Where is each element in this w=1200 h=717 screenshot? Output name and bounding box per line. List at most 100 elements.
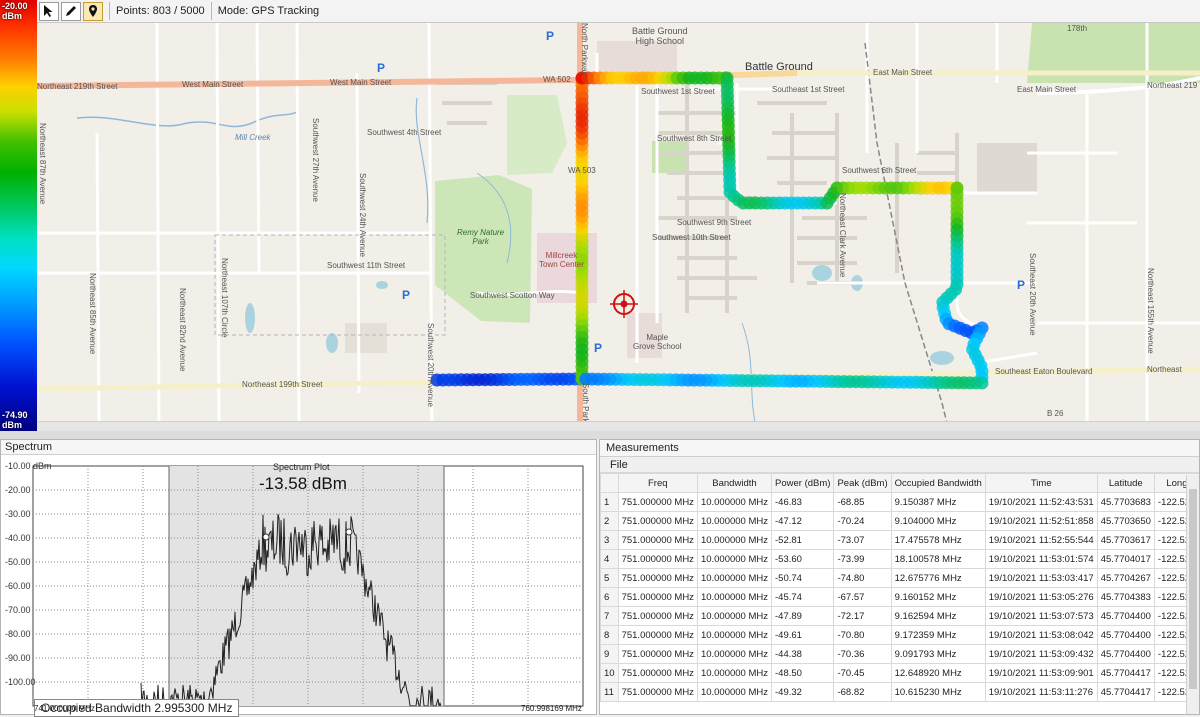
- pond: [376, 281, 388, 289]
- table-cell: 9.091793 MHz: [891, 645, 985, 664]
- row-index: 1: [601, 493, 619, 512]
- street-label: Southwest 10th Street: [652, 233, 731, 242]
- street-label: Southwest 9th Street: [677, 218, 751, 227]
- table-row[interactable]: 1751.000000 MHz10.000000 MHz-46.83-68.85…: [601, 493, 1200, 512]
- table-row[interactable]: 11751.000000 MHz10.000000 MHz-49.32-68.8…: [601, 683, 1200, 702]
- y-axis-tick-label: -90.00: [5, 653, 31, 663]
- street-label: Southwest 8th Street: [657, 134, 731, 143]
- table-cell: 45.7703650: [1097, 512, 1154, 531]
- y-axis-tick-label: -60.00: [5, 581, 31, 591]
- table-cell: 45.7704383: [1097, 588, 1154, 607]
- route-label: WA 503: [568, 166, 596, 175]
- table-cell: 12.675776 MHz: [891, 569, 985, 588]
- toolbar-separator: [109, 2, 110, 20]
- street-label: Southwest Scotton Way: [470, 291, 555, 300]
- file-menu[interactable]: File: [610, 459, 628, 471]
- map-view[interactable]: Battle Ground Battle Ground High School …: [37, 23, 1200, 431]
- table-row[interactable]: 2751.000000 MHz10.000000 MHz-47.12-70.24…: [601, 512, 1200, 531]
- row-index: 10: [601, 664, 619, 683]
- toolbar-separator: [211, 2, 212, 20]
- street-label: Southwest 27th Avenue: [311, 118, 320, 202]
- row-index: 8: [601, 626, 619, 645]
- street-label: Northeast 199th Street: [242, 380, 323, 389]
- route-label: WA 502: [543, 75, 571, 84]
- scrollbar-thumb[interactable]: [1189, 489, 1197, 689]
- table-cell: 10.000000 MHz: [697, 569, 771, 588]
- points-counter: Points: 803 / 5000: [116, 5, 205, 17]
- table-row[interactable]: 6751.000000 MHz10.000000 MHz-45.74-67.57…: [601, 588, 1200, 607]
- table-row[interactable]: 3751.000000 MHz10.000000 MHz-52.81-73.07…: [601, 531, 1200, 550]
- draw-tool-button[interactable]: [61, 2, 81, 21]
- measurements-panel: Measurements File FreqBandwidthPower (dB…: [599, 439, 1200, 715]
- table-cell: -44.38: [772, 645, 834, 664]
- table-row[interactable]: 7751.000000 MHz10.000000 MHz-47.89-72.17…: [601, 607, 1200, 626]
- column-header[interactable]: Latitude: [1097, 474, 1154, 493]
- pencil-icon: [64, 4, 78, 18]
- column-header[interactable]: Bandwidth: [697, 474, 771, 493]
- table-cell: 45.7704417: [1097, 683, 1154, 702]
- table-vertical-scrollbar[interactable]: [1186, 475, 1199, 715]
- table-cell: -70.24: [834, 512, 891, 531]
- table-cell: -72.17: [834, 607, 891, 626]
- table-cell: 12.648920 MHz: [891, 664, 985, 683]
- table-cell: 10.615230 MHz: [891, 683, 985, 702]
- table-row[interactable]: 8751.000000 MHz10.000000 MHz-49.61-70.80…: [601, 626, 1200, 645]
- street-label: Northeast 107th Circle: [220, 258, 229, 338]
- table-cell: 10.000000 MHz: [697, 550, 771, 569]
- table-cell: 751.000000 MHz: [618, 550, 697, 569]
- spectrum-plot[interactable]: -10.00 dBm-20.00-30.00-40.00-50.00-60.00…: [1, 456, 596, 714]
- column-header[interactable]: Power (dBm): [772, 474, 834, 493]
- table-cell: 10.000000 MHz: [697, 645, 771, 664]
- signal-color-scale: -20.00 dBm -74.90 dBm: [0, 0, 37, 431]
- table-cell: 9.104000 MHz: [891, 512, 985, 531]
- column-header[interactable]: Time: [985, 474, 1097, 493]
- street-label: Northeast 155th Avenue: [1146, 268, 1155, 354]
- street-label: North Parkway: [580, 23, 589, 75]
- table-row[interactable]: 10751.000000 MHz10.000000 MHz-48.50-70.4…: [601, 664, 1200, 683]
- pond: [326, 333, 338, 353]
- table-row[interactable]: 5751.000000 MHz10.000000 MHz-50.74-74.80…: [601, 569, 1200, 588]
- street-label: East Main Street: [1017, 85, 1076, 94]
- table-cell: 9.172359 MHz: [891, 626, 985, 645]
- y-axis-tick-label: -10.00 dBm: [5, 461, 52, 471]
- west-main-street: [37, 80, 577, 86]
- column-header[interactable]: Peak (dBm): [834, 474, 891, 493]
- table-header-row: FreqBandwidthPower (dBm)Peak (dBm)Occupi…: [601, 474, 1200, 493]
- row-index: 2: [601, 512, 619, 531]
- street-label: West Main Street: [330, 78, 391, 87]
- y-axis-tick-label: -40.00: [5, 533, 31, 543]
- table-cell: -47.12: [772, 512, 834, 531]
- row-index: 9: [601, 645, 619, 664]
- table-cell: 19/10/2021 11:53:08:042: [985, 626, 1097, 645]
- scale-min-value: -74.90: [2, 410, 28, 420]
- parking-icon: P: [1017, 278, 1025, 292]
- table-cell: -70.36: [834, 645, 891, 664]
- table-cell: 10.000000 MHz: [697, 493, 771, 512]
- column-header[interactable]: [601, 474, 619, 493]
- table-cell: 10.000000 MHz: [697, 588, 771, 607]
- marker-tool-button[interactable]: [83, 2, 103, 21]
- table-cell: 751.000000 MHz: [618, 493, 697, 512]
- street-label: Northeast 85th Avenue: [88, 273, 97, 354]
- table-cell: -48.50: [772, 664, 834, 683]
- table-cell: 19/10/2021 11:52:51:858: [985, 512, 1097, 531]
- table-cell: 751.000000 MHz: [618, 683, 697, 702]
- column-header[interactable]: Freq: [618, 474, 697, 493]
- street-label: Southwest 24th Avenue: [358, 173, 367, 257]
- row-index: 11: [601, 683, 619, 702]
- table-cell: 10.000000 MHz: [697, 683, 771, 702]
- x-axis-end: 760.998169 MHz: [521, 704, 582, 713]
- table-cell: 751.000000 MHz: [618, 588, 697, 607]
- spectrum-canvas: [1, 456, 596, 714]
- column-header[interactable]: Occupied Bandwidth: [891, 474, 985, 493]
- panel-splitter[interactable]: [0, 431, 1200, 439]
- pond: [245, 303, 255, 333]
- table-cell: 9.150387 MHz: [891, 493, 985, 512]
- table-row[interactable]: 9751.000000 MHz10.000000 MHz-44.38-70.36…: [601, 645, 1200, 664]
- map-horizontal-scrollbar[interactable]: [37, 421, 1200, 431]
- select-tool-button[interactable]: [39, 2, 59, 21]
- park-label: Remy Nature Park: [457, 228, 504, 246]
- building-area: [977, 143, 1037, 193]
- y-axis-tick-label: -70.00: [5, 605, 31, 615]
- table-row[interactable]: 4751.000000 MHz10.000000 MHz-53.60-73.99…: [601, 550, 1200, 569]
